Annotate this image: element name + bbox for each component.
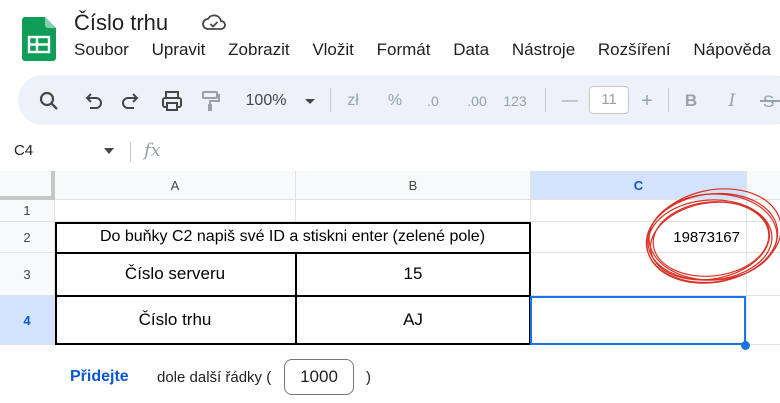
column-header-b[interactable]: B: [296, 171, 531, 200]
toolbar-divider: [668, 88, 669, 112]
cloud-saved-icon[interactable]: [202, 12, 226, 32]
sheets-logo-icon[interactable]: [22, 17, 56, 61]
cell-d4[interactable]: [747, 296, 780, 345]
formula-bar-divider: [130, 142, 131, 162]
cell-b4[interactable]: AJ: [296, 296, 531, 345]
cell-a3[interactable]: Číslo serveru: [55, 253, 296, 296]
menu-zobrazit[interactable]: Zobrazit: [228, 40, 289, 60]
number-format-button[interactable]: 123: [500, 88, 530, 114]
red-circle-annotation-icon: [640, 186, 780, 290]
currency-format-button[interactable]: zł: [342, 88, 364, 114]
toolbar-divider: [330, 88, 331, 112]
select-all-corner[interactable]: [0, 171, 55, 200]
increase-decimal-button[interactable]: .00: [461, 88, 493, 114]
decrease-decimal-button[interactable]: .0: [420, 88, 446, 114]
add-rows-text-close: ): [366, 369, 371, 386]
document-title[interactable]: Číslo trhu: [74, 10, 168, 36]
menu-rozsireni[interactable]: Rozšíření: [598, 40, 671, 60]
name-box-chevron-down-icon[interactable]: [104, 148, 114, 154]
cell-a2[interactable]: Do buňky C2 napiš své ID a stiskni enter…: [55, 222, 531, 253]
menu-vlozit[interactable]: Vložit: [312, 40, 354, 60]
row-header-4[interactable]: 4: [0, 296, 55, 345]
cell-b3[interactable]: 15: [296, 253, 531, 296]
print-icon[interactable]: [160, 88, 184, 114]
menu-nastroje[interactable]: Nástroje: [512, 40, 575, 60]
rows-count-input[interactable]: 1000: [284, 359, 354, 395]
menu-upravit[interactable]: Upravit: [152, 40, 206, 60]
cell-a1[interactable]: [55, 200, 296, 222]
table-border-line: [295, 253, 297, 345]
column-header-a[interactable]: A: [55, 171, 296, 200]
table-border-line: [55, 252, 531, 254]
cell-b1[interactable]: [296, 200, 531, 222]
bold-button[interactable]: B: [681, 88, 701, 114]
zoom-select[interactable]: 100%: [240, 88, 292, 114]
row-header-3[interactable]: 3: [0, 253, 55, 296]
add-rows-button[interactable]: Přidejte: [70, 368, 129, 386]
add-rows-text: dole další řádky (: [157, 369, 272, 386]
row-header-1[interactable]: 1: [0, 200, 55, 222]
toolbar-divider: [545, 88, 546, 112]
zoom-chevron-down-icon[interactable]: [303, 88, 317, 114]
fx-icon: fx: [144, 140, 161, 161]
menu-data[interactable]: Data: [453, 40, 489, 60]
menu-napoveda[interactable]: Nápověda: [693, 40, 771, 60]
menu-format[interactable]: Formát: [377, 40, 431, 60]
italic-button[interactable]: I: [722, 88, 742, 114]
undo-icon[interactable]: [82, 88, 106, 114]
paint-format-icon[interactable]: [199, 88, 223, 114]
name-box[interactable]: C4: [14, 142, 33, 159]
increase-font-size-button[interactable]: +: [637, 88, 657, 114]
font-size-input[interactable]: 11: [589, 86, 629, 114]
fill-handle[interactable]: [741, 341, 750, 350]
row-header-2[interactable]: 2: [0, 222, 55, 253]
table-border-line: [55, 295, 531, 297]
search-menus-icon[interactable]: [38, 88, 62, 114]
selected-cell-c4[interactable]: [530, 296, 746, 345]
percent-format-button[interactable]: %: [384, 88, 406, 114]
menu-soubor[interactable]: Soubor: [74, 40, 129, 60]
decrease-font-size-button[interactable]: —: [560, 88, 580, 114]
strikethrough-icon[interactable]: S: [760, 88, 780, 114]
menu-bar: Soubor Upravit Zobrazit Vložit Formát Da…: [74, 40, 780, 64]
cell-a4[interactable]: Číslo trhu: [55, 296, 296, 345]
redo-icon[interactable]: [120, 88, 144, 114]
